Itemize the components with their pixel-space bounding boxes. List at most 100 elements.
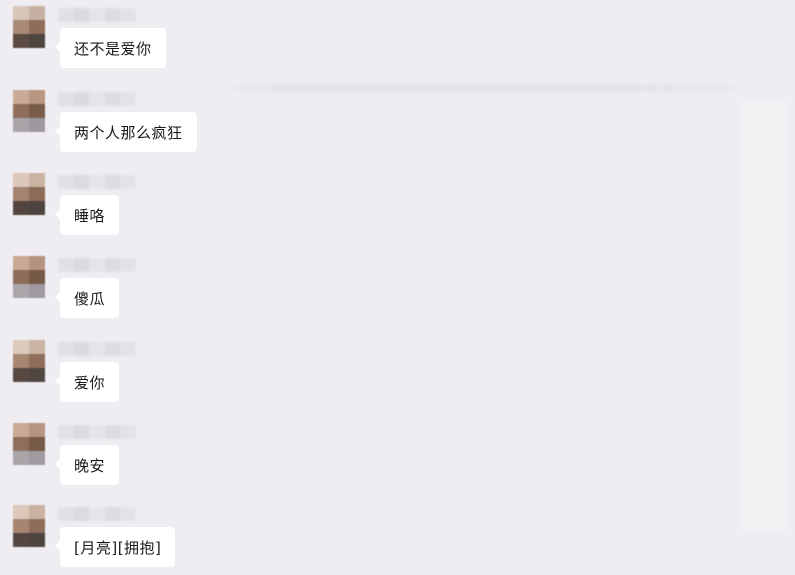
avatar-pixel <box>29 533 45 547</box>
message-bubble[interactable]: 爱你 <box>54 362 120 402</box>
avatar-pixel <box>29 437 45 451</box>
avatar-pixel <box>13 519 29 533</box>
avatar-pixel <box>29 187 45 201</box>
nickname-blur-block <box>73 8 90 22</box>
chat-history: 还不是爱你 两个人那么疯狂 睡咯 傻瓜 爱你 晚安 [月亮][拥抱] <box>0 0 795 567</box>
nickname-blur-block <box>89 507 105 521</box>
nickname-blur-block <box>89 8 105 22</box>
nickname-blur-block <box>120 342 136 356</box>
message-row: 傻瓜 <box>0 256 795 326</box>
nickname-blur-block <box>73 258 90 272</box>
nickname-blur-block <box>120 92 136 106</box>
message-text: 睡咯 <box>74 206 106 225</box>
nickname-blur-block <box>104 92 121 106</box>
avatar-pixel <box>13 256 29 270</box>
nickname-blur-block <box>120 8 136 22</box>
avatar-pixel <box>29 201 45 215</box>
message-row: 还不是爱你 <box>0 6 795 76</box>
nickname-blur-block <box>73 342 90 356</box>
nickname-blur-block <box>120 258 136 272</box>
avatar-pixel <box>13 368 29 382</box>
message-bubble[interactable]: 睡咯 <box>54 195 120 235</box>
avatar-pixel <box>13 270 29 284</box>
message-row: [月亮][拥抱] <box>0 505 795 575</box>
avatar[interactable] <box>13 173 45 215</box>
nickname-blur-block <box>89 258 105 272</box>
avatar-pixel <box>29 519 45 533</box>
avatar-pixel <box>29 340 45 354</box>
message-bubble[interactable]: 晚安 <box>54 445 120 485</box>
message-row: 睡咯 <box>0 173 795 243</box>
avatar-pixel <box>13 284 29 298</box>
avatar-pixel <box>13 104 29 118</box>
avatar-pixel <box>29 173 45 187</box>
message-text: 还不是爱你 <box>74 39 152 58</box>
nickname-blur-block <box>73 92 90 106</box>
avatar-pixel <box>13 173 29 187</box>
nickname-blur-block <box>89 92 105 106</box>
nickname-blur-block <box>58 92 74 106</box>
avatar-pixel <box>29 451 45 465</box>
nickname-blur-block <box>104 507 121 521</box>
message-text: [月亮][拥抱] <box>74 538 162 557</box>
message-row: 两个人那么疯狂 <box>0 90 795 160</box>
nickname-blur-block <box>58 425 74 439</box>
nickname-blur-block <box>104 342 121 356</box>
nickname-blur-block <box>58 8 74 22</box>
message-bubble[interactable]: [月亮][拥抱] <box>54 527 176 567</box>
nickname-blur-block <box>104 175 121 189</box>
avatar-pixel <box>29 423 45 437</box>
avatar-pixel <box>29 368 45 382</box>
avatar[interactable] <box>13 505 45 547</box>
avatar-pixel <box>29 20 45 34</box>
message-bubble[interactable]: 傻瓜 <box>54 278 120 318</box>
avatar[interactable] <box>13 423 45 465</box>
sender-nickname-blurred <box>58 258 136 272</box>
avatar-pixel <box>13 20 29 34</box>
avatar-pixel <box>13 90 29 104</box>
nickname-blur-block <box>89 342 105 356</box>
nickname-blur-block <box>89 425 105 439</box>
message-text: 傻瓜 <box>74 289 106 308</box>
nickname-blur-block <box>120 175 136 189</box>
nickname-blur-block <box>58 507 74 521</box>
avatar-pixel <box>13 451 29 465</box>
avatar[interactable] <box>13 6 45 48</box>
avatar-pixel <box>13 423 29 437</box>
avatar-pixel <box>13 354 29 368</box>
avatar-pixel <box>29 90 45 104</box>
avatar-pixel <box>13 201 29 215</box>
avatar-pixel <box>13 34 29 48</box>
avatar-pixel <box>13 437 29 451</box>
message-text: 爱你 <box>74 373 106 392</box>
avatar-pixel <box>29 104 45 118</box>
sender-nickname-blurred <box>58 175 136 189</box>
avatar-pixel <box>29 284 45 298</box>
avatar-pixel <box>13 340 29 354</box>
message-text: 晚安 <box>74 456 106 475</box>
nickname-blur-block <box>120 425 136 439</box>
sender-nickname-blurred <box>58 507 136 521</box>
avatar-pixel <box>29 256 45 270</box>
message-bubble[interactable]: 还不是爱你 <box>55 28 166 68</box>
sender-nickname-blurred <box>58 92 136 106</box>
message-bubble[interactable]: 两个人那么疯狂 <box>55 112 197 152</box>
avatar-pixel <box>13 505 29 519</box>
sender-nickname-blurred <box>58 342 136 356</box>
avatar-pixel <box>29 118 45 132</box>
avatar-pixel <box>13 6 29 20</box>
nickname-blur-block <box>73 175 90 189</box>
nickname-blur-block <box>73 425 90 439</box>
avatar[interactable] <box>13 256 45 298</box>
avatar[interactable] <box>13 90 45 132</box>
avatar-pixel <box>29 505 45 519</box>
avatar-pixel <box>29 34 45 48</box>
message-row: 爱你 <box>0 340 795 410</box>
avatar-pixel <box>29 270 45 284</box>
message-row: 晚安 <box>0 423 795 493</box>
nickname-blur-block <box>104 425 121 439</box>
sender-nickname-blurred <box>58 8 136 22</box>
avatar[interactable] <box>13 340 45 382</box>
avatar-pixel <box>13 187 29 201</box>
nickname-blur-block <box>58 342 74 356</box>
